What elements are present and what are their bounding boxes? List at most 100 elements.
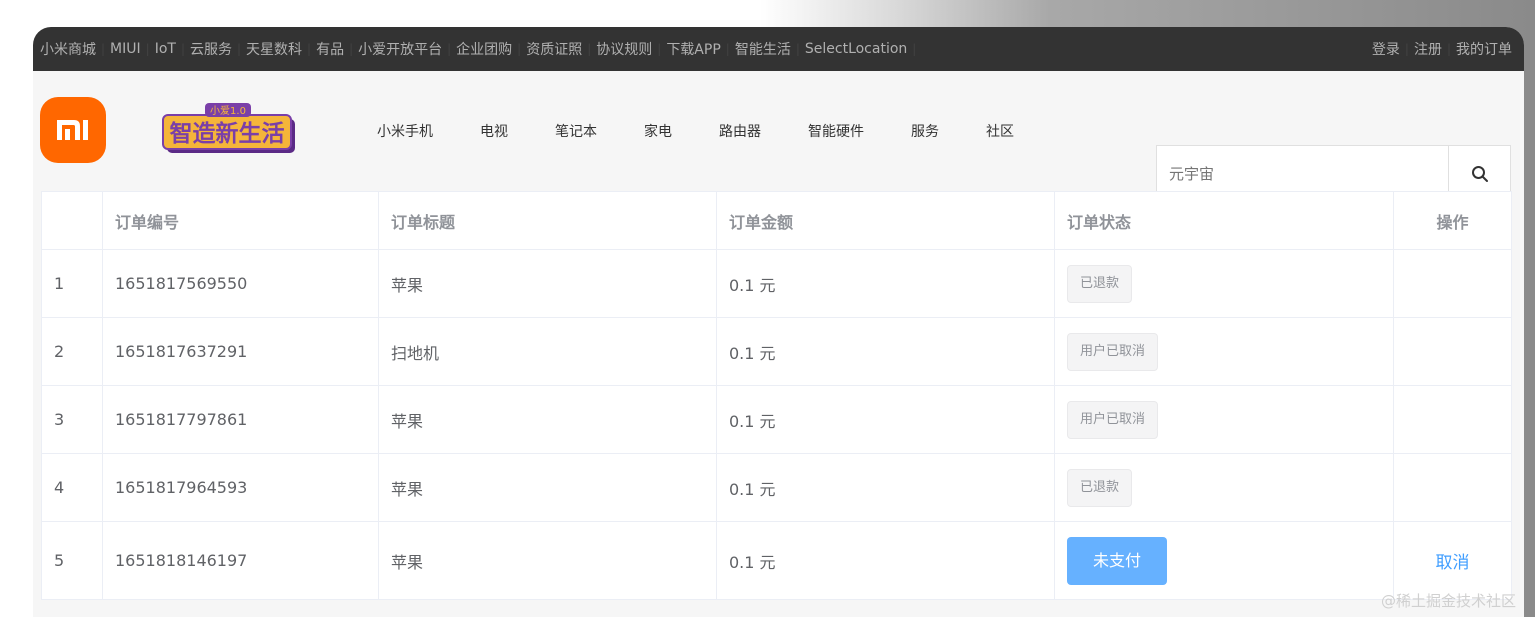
cell-index: 1 [41, 249, 103, 318]
cell-order-id: 1651817569550 [102, 249, 379, 318]
cell-order-status: 已退款 [1054, 249, 1394, 318]
promo-banner[interactable]: 智造新生活 小爱1.0 [157, 103, 303, 159]
mi-logo[interactable] [40, 97, 106, 163]
topbar-link-cloud[interactable]: 云服务 [190, 39, 232, 59]
site-topbar: 小米商城 | MIUI | IoT | 云服务 | 天星数科 | 有品 | 小爱开放平台 | … [33, 27, 1524, 71]
separator: | [1404, 42, 1409, 56]
cancel-order-link[interactable]: 取消 [1436, 553, 1470, 573]
separator: | [349, 42, 354, 56]
promo-banner-art: 智造新生活 小爱1.0 [162, 103, 295, 153]
cell-order-id: 1651817637291 [102, 317, 379, 386]
status-badge: 用户已取消 [1067, 400, 1159, 439]
topbar-links: 小米商城 | MIUI | IoT | 云服务 | 天星数科 | 有品 | 小爱开放平台 | … [40, 39, 921, 59]
cell-index: 5 [41, 521, 103, 600]
topbar-link-smart-life[interactable]: 智能生活 [735, 39, 791, 59]
column-header-order-id: 订单编号 [102, 191, 379, 250]
nav-item-smart-hardware[interactable]: 智能硬件 [808, 121, 864, 141]
nav-item-laptops[interactable]: 笔记本 [555, 121, 597, 141]
table-row: 3 1651817797861 苹果 0.1 元 用户已取消 [41, 385, 1512, 454]
nav-item-phones[interactable]: 小米手机 [377, 121, 433, 141]
unpaid-pay-button[interactable]: 未支付 [1067, 536, 1167, 585]
topbar-link-rules[interactable]: 协议规则 [596, 39, 652, 59]
cell-actions [1393, 249, 1512, 318]
table-row: 5 1651818146197 苹果 0.1 元 未支付 取消 [41, 521, 1512, 600]
cell-order-title: 苹果 [378, 521, 717, 600]
cell-actions [1393, 453, 1512, 522]
column-header-index [41, 191, 103, 250]
separator: | [236, 42, 242, 56]
column-header-actions: 操作 [1393, 191, 1512, 250]
status-badge: 已退款 [1067, 468, 1133, 507]
topbar-link-select-location[interactable]: SelectLocation [805, 41, 907, 57]
nav-item-services[interactable]: 服务 [911, 121, 939, 141]
cell-order-title: 苹果 [378, 385, 717, 454]
cell-order-id: 1651817964593 [102, 453, 379, 522]
topbar-link-license[interactable]: 资质证照 [526, 39, 582, 59]
cell-order-amount: 0.1 元 [716, 249, 1055, 318]
cell-actions [1393, 317, 1512, 386]
mi-logo-icon [57, 120, 88, 140]
topbar-link-xiaoai[interactable]: 小爱开放平台 [358, 39, 442, 59]
separator: | [145, 42, 150, 56]
orders-table: 订单编号 订单标题 订单金额 订单状态 操作 1 1651817569550 苹… [41, 191, 1512, 600]
login-link[interactable]: 登录 [1372, 39, 1400, 59]
topbar-link-enterprise[interactable]: 企业团购 [456, 39, 512, 59]
cell-order-status: 未支付 [1054, 521, 1394, 600]
separator: | [657, 42, 662, 56]
banner-title: 智造新生活 [170, 120, 285, 147]
separator: | [517, 42, 522, 56]
status-badge: 已退款 [1067, 264, 1133, 303]
separator: | [1446, 42, 1451, 56]
main-nav: 小米手机 电视 笔记本 家电 路由器 智能硬件 服务 社区 [377, 121, 1061, 141]
topbar-link-iot[interactable]: IoT [155, 41, 176, 57]
nav-item-tv[interactable]: 电视 [480, 121, 508, 141]
cell-index: 3 [41, 385, 103, 454]
register-link[interactable]: 注册 [1414, 39, 1442, 59]
cell-actions [1393, 385, 1512, 454]
separator: | [101, 42, 106, 56]
cell-order-amount: 0.1 元 [716, 317, 1055, 386]
cell-actions: 取消 [1393, 521, 1512, 600]
separator: | [447, 42, 452, 56]
search-icon [1471, 166, 1488, 182]
cell-order-status: 用户已取消 [1054, 317, 1394, 386]
separator: | [587, 42, 592, 56]
cell-order-amount: 0.1 元 [716, 453, 1055, 522]
app-window: 小米商城 | MIUI | IoT | 云服务 | 天星数科 | 有品 | 小爱开放平台 | … [33, 27, 1524, 617]
column-header-order-status: 订单状态 [1054, 191, 1394, 250]
column-header-order-title: 订单标题 [378, 191, 717, 250]
nav-item-community[interactable]: 社区 [986, 121, 1014, 141]
nav-item-routers[interactable]: 路由器 [719, 121, 761, 141]
topbar-link-youpin[interactable]: 有品 [316, 39, 344, 59]
banner-subtitle: 小爱1.0 [210, 104, 246, 117]
topbar-link-tianxing[interactable]: 天星数科 [246, 39, 302, 59]
separator: | [795, 42, 800, 56]
topbar-link-mi-store[interactable]: 小米商城 [40, 39, 96, 59]
site-header: 智造新生活 小爱1.0 小米手机 电视 笔记本 家电 路由器 智能硬件 服务 社… [33, 71, 1524, 203]
cell-order-title: 苹果 [378, 453, 717, 522]
table-row: 2 1651817637291 扫地机 0.1 元 用户已取消 [41, 317, 1512, 386]
separator: | [180, 42, 185, 56]
cell-order-title: 苹果 [378, 249, 717, 318]
cell-order-amount: 0.1 元 [716, 521, 1055, 600]
table-header-row: 订单编号 订单标题 订单金额 订单状态 操作 [41, 191, 1512, 250]
table-row: 4 1651817964593 苹果 0.1 元 已退款 [41, 453, 1512, 522]
separator: | [307, 42, 312, 56]
column-header-order-amount: 订单金额 [716, 191, 1055, 250]
nav-item-appliances[interactable]: 家电 [644, 121, 672, 141]
my-orders-link[interactable]: 我的订单 [1456, 39, 1512, 59]
topbar-link-miui[interactable]: MIUI [110, 41, 141, 57]
cell-order-status: 用户已取消 [1054, 385, 1394, 454]
separator: | [725, 42, 730, 56]
cell-index: 4 [41, 453, 103, 522]
cell-order-id: 1651818146197 [102, 521, 379, 600]
cell-order-id: 1651817797861 [102, 385, 379, 454]
watermark: @稀土掘金技术社区 [1380, 592, 1516, 610]
status-badge: 用户已取消 [1067, 332, 1159, 371]
separator: | [912, 42, 917, 56]
topbar-user-links: 登录 | 注册 | 我的订单 [1372, 39, 1512, 59]
cell-order-amount: 0.1 元 [716, 385, 1055, 454]
topbar-link-download-app[interactable]: 下载APP [666, 39, 720, 59]
cell-order-title: 扫地机 [378, 317, 717, 386]
table-row: 1 1651817569550 苹果 0.1 元 已退款 [41, 249, 1512, 318]
